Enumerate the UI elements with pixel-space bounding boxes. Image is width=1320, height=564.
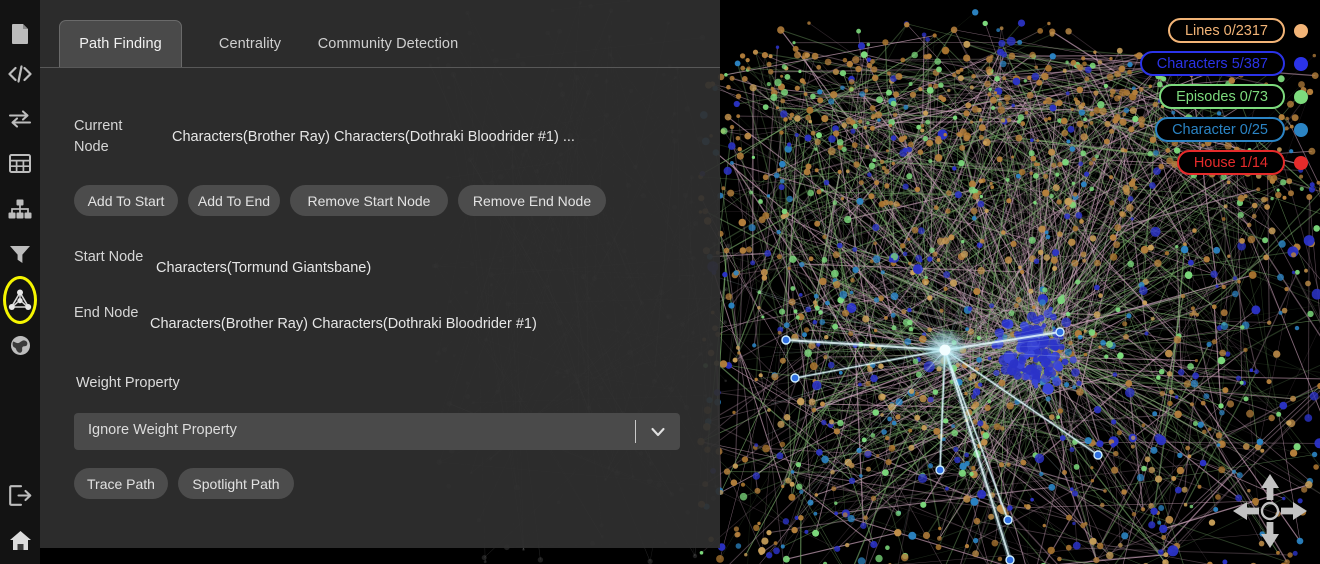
- start-node-label: Start Node: [74, 249, 144, 265]
- button-label: Trace Path: [87, 475, 155, 492]
- sidebar-item-globe[interactable]: [0, 325, 40, 365]
- legend-pill[interactable]: Episodes 0/73: [1159, 84, 1285, 109]
- weight-property-label: Weight Property: [76, 375, 180, 391]
- tab-centrality[interactable]: Centrality: [200, 21, 300, 67]
- button-label: Add To Start: [87, 192, 165, 209]
- remove-end-node-button[interactable]: Remove End Node: [458, 185, 606, 216]
- add-to-start-button[interactable]: Add To Start: [74, 185, 178, 216]
- tab-label: Community Detection: [317, 36, 459, 52]
- pan-controls[interactable]: [1231, 472, 1309, 550]
- button-label: Add To End: [197, 192, 271, 209]
- app-root: Path Finding Centrality Community Detect…: [0, 0, 1320, 564]
- button-label: Remove Start Node: [307, 192, 431, 209]
- button-label: Spotlight Path: [192, 475, 280, 492]
- sidebar-item-graph[interactable]: [0, 280, 40, 320]
- pan-left-arrow: [1233, 502, 1259, 520]
- legend-row: Lines 0/2317: [1167, 18, 1308, 43]
- legend-pill[interactable]: House 1/14: [1176, 150, 1285, 175]
- document-icon: [11, 23, 30, 45]
- legend-color-dot: [1294, 155, 1308, 170]
- start-node-value: Characters(Tormund Giantsbane): [156, 260, 372, 276]
- sidebar-item-code[interactable]: [0, 54, 40, 94]
- current-node-label: Current Node: [74, 118, 123, 155]
- logout-icon: [8, 484, 32, 506]
- pan-down-arrow: [1261, 522, 1279, 548]
- sidebar-item-table[interactable]: [0, 143, 40, 183]
- current-node-value: Characters(Brother Ray) Characters(Dothr…: [172, 129, 575, 145]
- analysis-panel: Path Finding Centrality Community Detect…: [40, 0, 720, 548]
- spotlight-path-button[interactable]: Spotlight Path: [178, 468, 294, 499]
- tab-label: Path Finding: [79, 36, 162, 52]
- legend-row: Characters 5/387: [1139, 51, 1308, 76]
- pan-right-arrow: [1281, 502, 1307, 520]
- legend-pill[interactable]: Character 0/25: [1155, 117, 1285, 142]
- trace-path-button[interactable]: Trace Path: [74, 468, 168, 499]
- sidebar-rail: [0, 0, 40, 564]
- legend-pill[interactable]: Lines 0/2317: [1167, 18, 1285, 43]
- transfer-icon: [8, 110, 32, 128]
- legend-pill[interactable]: Characters 5/387: [1139, 51, 1285, 76]
- code-icon: [8, 65, 32, 83]
- sidebar-item-hierarchy[interactable]: [0, 189, 40, 229]
- tab-community-detection[interactable]: Community Detection: [308, 21, 468, 67]
- sidebar-item-transfer[interactable]: [0, 99, 40, 139]
- legend-row: Character 0/25: [1155, 117, 1308, 142]
- end-node-label: End Node: [74, 305, 139, 321]
- sidebar-item-home[interactable]: [0, 520, 40, 560]
- filter-icon: [9, 244, 31, 264]
- legend-panel: Lines 0/2317 Characters 5/387 Episodes 0/7…: [1139, 18, 1308, 175]
- legend-color-dot: [1294, 56, 1308, 71]
- globe-icon: [10, 335, 31, 356]
- legend-row: Episodes 0/73: [1159, 84, 1308, 109]
- panel-body: Current Node Characters(Brother Ray) Cha…: [40, 68, 720, 548]
- tab-label: Centrality: [218, 36, 282, 52]
- graph-icon: [7, 288, 33, 312]
- chevron-down-icon: [650, 424, 666, 440]
- remove-start-node-button[interactable]: Remove Start Node: [290, 185, 448, 216]
- panel-tabbar: Path Finding Centrality Community Detect…: [40, 0, 720, 68]
- legend-color-dot: [1294, 122, 1308, 137]
- legend-row: House 1/14: [1176, 150, 1308, 175]
- weight-property-select[interactable]: Ignore Weight Property: [74, 413, 680, 450]
- sidebar-item-logout[interactable]: [0, 475, 40, 515]
- home-icon: [9, 530, 32, 551]
- sidebar-item-filter[interactable]: [0, 234, 40, 274]
- pan-up-arrow: [1261, 474, 1279, 500]
- select-divider: [635, 420, 636, 443]
- legend-color-dot: [1294, 23, 1308, 38]
- button-label: Remove End Node: [472, 192, 592, 209]
- hierarchy-icon: [8, 199, 32, 219]
- tab-path-finding[interactable]: Path Finding: [59, 20, 182, 67]
- table-icon: [9, 153, 31, 173]
- legend-color-dot: [1294, 89, 1308, 104]
- sidebar-item-document[interactable]: [0, 14, 40, 54]
- add-to-end-button[interactable]: Add To End: [188, 185, 280, 216]
- recenter-circle: [1260, 501, 1280, 521]
- weight-property-selected-value: Ignore Weight Property: [88, 422, 237, 438]
- end-node-value: Characters(Brother Ray) Characters(Dothr…: [150, 316, 537, 332]
